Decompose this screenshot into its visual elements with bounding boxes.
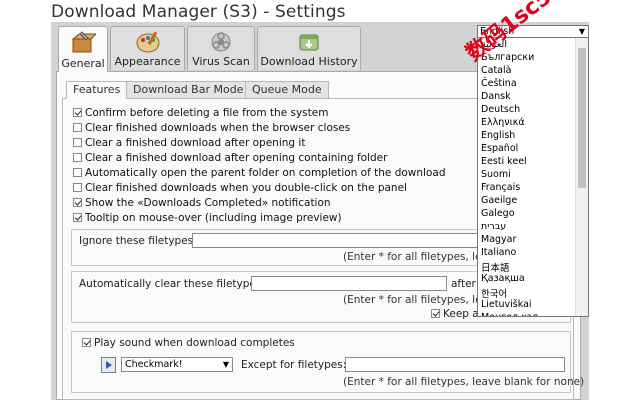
checkbox[interactable] bbox=[73, 198, 82, 207]
sound-option[interactable]: Play sound when download completes bbox=[82, 337, 295, 349]
language-option[interactable]: Magyar bbox=[481, 234, 516, 245]
sound-selected: Checkmark! bbox=[125, 359, 183, 370]
option-open-parent-folder[interactable]: Automatically open the parent folder on … bbox=[73, 167, 446, 179]
ignore-filetypes-input[interactable] bbox=[192, 233, 492, 248]
window-title: Download Manager (S3) - Settings bbox=[51, 2, 346, 22]
autoclear-label: Automatically clear these filetypes bbox=[79, 278, 262, 290]
autoclear-filetypes-input[interactable] bbox=[251, 276, 447, 291]
tab-label: Appearance bbox=[114, 55, 181, 68]
subtab-features[interactable]: Features bbox=[66, 81, 128, 99]
chevron-down-icon: ▼ bbox=[578, 27, 585, 36]
tab-general[interactable]: General bbox=[58, 26, 108, 72]
language-option[interactable]: Suomi bbox=[481, 169, 511, 180]
language-option[interactable]: Lietuviškai bbox=[481, 299, 532, 310]
language-option[interactable]: 日本語 bbox=[481, 260, 510, 274]
except-label: Except for filetypes: bbox=[241, 359, 347, 371]
language-option[interactable]: Italiano bbox=[481, 247, 516, 258]
option-confirm-delete[interactable]: Confirm before deleting a file from the … bbox=[73, 107, 328, 119]
checkbox[interactable] bbox=[431, 309, 440, 318]
checkbox[interactable] bbox=[73, 168, 82, 177]
tab-label: Download History bbox=[260, 55, 358, 68]
language-option[interactable]: Français bbox=[481, 182, 520, 193]
tab-label: Virus Scan bbox=[192, 55, 250, 68]
play-sound-button[interactable] bbox=[101, 357, 116, 373]
language-option[interactable]: Gaeilge bbox=[481, 195, 517, 206]
option-label: Clear finished downloads when the browse… bbox=[85, 122, 351, 134]
option-clear-on-close[interactable]: Clear finished downloads when the browse… bbox=[73, 122, 350, 134]
option-label: Clear finished downloads when you double… bbox=[85, 182, 407, 194]
sound-label: Play sound when download completes bbox=[94, 337, 295, 349]
language-option[interactable]: Deutsch bbox=[481, 104, 520, 115]
ignore-hint: (Enter * for all filetypes, leav bbox=[343, 251, 495, 263]
checkbox[interactable] bbox=[82, 338, 91, 347]
keep-label: Keep a bbox=[443, 308, 479, 320]
option-label: Confirm before deleting a file from the … bbox=[85, 107, 329, 119]
ignore-label: Ignore these filetypes: bbox=[79, 235, 197, 247]
option-label: Tooltip on mouse-over (including image p… bbox=[85, 212, 342, 224]
subtab-queue-mode[interactable]: Queue Mode bbox=[245, 81, 329, 98]
download-history-icon bbox=[299, 34, 319, 51]
option-label: Automatically open the parent folder on … bbox=[85, 167, 446, 179]
option-tooltip[interactable]: Tooltip on mouse-over (including image p… bbox=[73, 212, 342, 224]
option-label: Clear a finished download after opening … bbox=[85, 137, 306, 149]
language-option[interactable]: Español bbox=[481, 143, 518, 154]
option-show-notification[interactable]: Show the «Downloads Completed» notificat… bbox=[73, 197, 331, 209]
autoclear-after-label: after bbox=[451, 278, 476, 290]
language-dropdown-list[interactable]: العربية Български Català Čeština Dansk Deutsc… bbox=[477, 37, 589, 317]
scrollbar-thumb[interactable] bbox=[578, 48, 586, 188]
option-clear-after-open[interactable]: Clear a finished download after opening … bbox=[73, 137, 305, 149]
language-option[interactable]: 한국어 bbox=[481, 286, 507, 300]
autoclear-hint: (Enter * for all filetypes, leav bbox=[343, 294, 495, 306]
tab-virus-scan[interactable]: Virus Scan bbox=[187, 26, 255, 70]
option-label: Show the «Downloads Completed» notificat… bbox=[85, 197, 331, 209]
checkbox[interactable] bbox=[73, 153, 82, 162]
sound-hint: (Enter * for all filetypes, leave blank … bbox=[343, 376, 585, 388]
language-option[interactable]: Ελληνικά bbox=[481, 117, 525, 128]
language-option[interactable]: Català bbox=[481, 65, 511, 76]
checkbox[interactable] bbox=[73, 123, 82, 132]
chevron-down-icon: ▼ bbox=[222, 360, 229, 369]
language-option[interactable]: עברית bbox=[481, 221, 506, 232]
option-clear-after-folder[interactable]: Clear a finished download after opening … bbox=[73, 152, 387, 164]
checkbox[interactable] bbox=[73, 108, 82, 117]
wrench-box-icon bbox=[71, 31, 96, 53]
tab-appearance[interactable]: Appearance bbox=[110, 26, 185, 70]
subtab-download-bar-mode[interactable]: Download Bar Mode bbox=[126, 81, 251, 98]
language-option[interactable]: English bbox=[481, 130, 515, 141]
language-scrollbar[interactable] bbox=[575, 38, 588, 316]
except-filetypes-input[interactable] bbox=[345, 357, 565, 372]
language-option[interactable]: Монгол хэл bbox=[481, 312, 538, 316]
checkbox[interactable] bbox=[73, 213, 82, 222]
language-option[interactable]: Eesti keel bbox=[481, 156, 527, 167]
biohazard-icon bbox=[211, 32, 231, 52]
option-clear-double-click[interactable]: Clear finished downloads when you double… bbox=[73, 182, 407, 194]
tab-download-history[interactable]: Download History bbox=[257, 26, 361, 70]
language-option[interactable]: Dansk bbox=[481, 91, 511, 102]
checkbox[interactable] bbox=[73, 183, 82, 192]
language-option[interactable]: Čeština bbox=[481, 78, 517, 89]
tab-label: General bbox=[61, 57, 105, 70]
language-option[interactable]: Қазақша bbox=[481, 273, 525, 284]
language-option[interactable]: Galego bbox=[481, 208, 515, 219]
option-label: Clear a finished download after opening … bbox=[85, 152, 388, 164]
keep-option[interactable]: Keep a bbox=[431, 308, 479, 320]
checkbox[interactable] bbox=[73, 138, 82, 147]
palette-icon bbox=[136, 31, 159, 53]
sound-select[interactable]: Checkmark! ▼ bbox=[121, 357, 233, 372]
